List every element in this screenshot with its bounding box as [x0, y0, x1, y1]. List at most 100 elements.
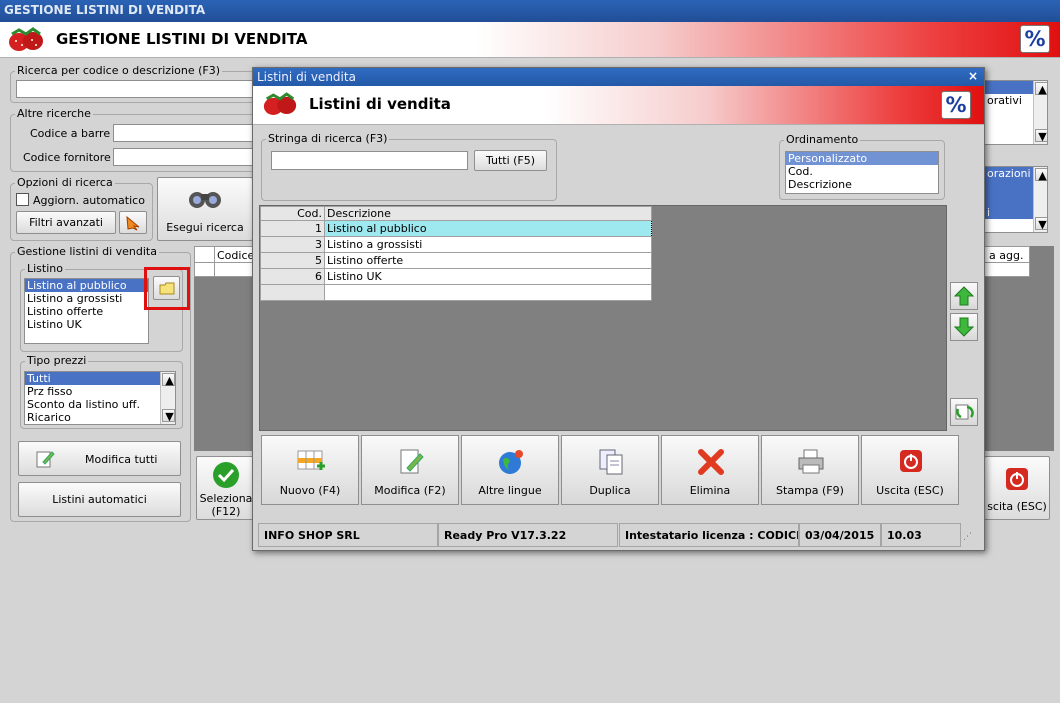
dialog-search-input[interactable]: [271, 151, 468, 170]
move-up-button[interactable]: [950, 282, 978, 310]
delete-button[interactable]: Elimina: [661, 435, 759, 505]
table-header: Cod. Descrizione: [260, 206, 652, 221]
execute-search-button[interactable]: Esegui ricerca: [157, 177, 253, 241]
cell-desc[interactable]: Listino a grossisti: [324, 236, 652, 253]
new-table-icon: [297, 450, 325, 470]
edit-button[interactable]: Modifica (F2): [361, 435, 459, 505]
print-label: Stampa (F9): [776, 484, 844, 497]
listino-item[interactable]: Listino al pubblico: [25, 279, 148, 292]
scroll-down-icon[interactable]: ▼: [1035, 217, 1047, 231]
listino-item[interactable]: Listino UK: [25, 318, 148, 331]
window-titlebar: GESTIONE LISTINI DI VENDITA: [0, 0, 1060, 22]
scroll-up-icon[interactable]: ▲: [1035, 168, 1047, 182]
bg-exit-button[interactable]: scita (ESC): [984, 456, 1050, 520]
gestione-label: Gestione listini di vendita: [15, 245, 159, 258]
new-label: Nuovo (F4): [279, 484, 341, 497]
search-group-label: Ricerca per codice o descrizione (F3): [15, 64, 223, 77]
auto-update-checkbox[interactable]: [16, 193, 29, 206]
status-time: 10.03: [881, 523, 961, 547]
order-item[interactable]: Cod.: [786, 165, 938, 178]
close-icon[interactable]: ×: [968, 69, 978, 83]
listino-item[interactable]: Listino offerte: [25, 305, 148, 318]
bg-select-button[interactable]: Seleziona (F12): [196, 456, 256, 520]
bg-grid-col-line: [214, 246, 215, 277]
listini-table-area: Cod. Descrizione 1 Listino al pubblico 3L…: [259, 205, 947, 431]
modify-all-button[interactable]: Modifica tutti: [18, 441, 181, 476]
cell-desc[interactable]: [324, 284, 652, 301]
advanced-filters-icon-button[interactable]: [119, 211, 147, 234]
bg-col-agg: a agg.: [989, 249, 1024, 262]
open-folder-button[interactable]: [153, 276, 180, 300]
cell-desc[interactable]: Listino UK: [324, 268, 652, 285]
edit-icon: [36, 451, 55, 468]
table-row-empty[interactable]: [260, 284, 652, 301]
tipo-scrollbar[interactable]: ▲ ▼: [160, 372, 175, 424]
folder-icon: [159, 282, 174, 295]
banner-title: GESTIONE LISTINI DI VENDITA: [56, 30, 308, 48]
tipo-item[interactable]: Prz fisso: [25, 385, 175, 398]
cell-desc[interactable]: Listino al pubblico: [324, 220, 652, 237]
table-row[interactable]: 3 Listino a grossisti: [260, 236, 652, 253]
header-cod[interactable]: Cod.: [260, 206, 325, 221]
cell-cod[interactable]: 1: [260, 220, 325, 237]
barcode-label: Codice a barre :: [30, 127, 118, 140]
order-list[interactable]: Personalizzato Cod. Descrizione: [785, 151, 939, 194]
search-options-label: Opzioni di ricerca: [15, 176, 115, 189]
tipo-item[interactable]: Tutti: [25, 372, 160, 385]
bg-right-scrollbar[interactable]: ▲ ▼: [1033, 167, 1047, 232]
listino-list[interactable]: Listino al pubblico Listino a grossisti …: [24, 278, 149, 344]
status-company: INFO SHOP SRL: [258, 523, 438, 547]
search-input[interactable]: [16, 80, 256, 98]
all-button[interactable]: Tutti (F5): [474, 150, 547, 171]
tipo-item[interactable]: Ricarico: [25, 411, 175, 424]
cursor-hand-icon: [126, 215, 140, 231]
strawberry-logo-icon: [9, 27, 43, 51]
scroll-up-icon[interactable]: ▲: [162, 373, 175, 387]
scroll-down-icon[interactable]: ▼: [1035, 129, 1047, 143]
modify-all-label: Modifica tutti: [85, 453, 158, 466]
refresh-button[interactable]: [950, 398, 978, 426]
advanced-filters-button[interactable]: Filtri avanzati: [16, 211, 116, 234]
cell-cod[interactable]: 5: [260, 252, 325, 269]
bg-right-scrollbar[interactable]: ▲ ▼: [1033, 81, 1047, 144]
check-icon: [213, 462, 239, 488]
dialog-banner-title: Listini di vendita: [309, 95, 451, 113]
resize-grip-icon[interactable]: ⋰: [963, 532, 972, 542]
automatic-listini-button[interactable]: Listini automatici: [18, 482, 181, 517]
duplicate-icon: [599, 449, 623, 475]
cell-cod[interactable]: [260, 284, 325, 301]
order-item[interactable]: Descrizione: [786, 178, 938, 191]
duplicate-button[interactable]: Duplica: [561, 435, 659, 505]
barcode-input[interactable]: [113, 124, 256, 142]
exit-label: Uscita (ESC): [876, 484, 944, 497]
scroll-down-icon[interactable]: ▼: [162, 409, 175, 423]
tipo-prezzi-list[interactable]: Tutti Prz fisso Sconto da listino uff. R…: [24, 371, 176, 425]
header-descrizione[interactable]: Descrizione: [324, 206, 652, 221]
listino-label: Listino: [25, 262, 65, 275]
main-banner: GESTIONE LISTINI DI VENDITA %: [0, 22, 1060, 58]
supplier-code-input[interactable]: [113, 148, 256, 166]
order-item[interactable]: Personalizzato: [786, 152, 938, 165]
move-down-button[interactable]: [950, 313, 978, 341]
scroll-up-icon[interactable]: ▲: [1035, 82, 1047, 96]
power-icon: [900, 450, 922, 472]
new-button[interactable]: Nuovo (F4): [261, 435, 359, 505]
table-row[interactable]: 6 Listino UK: [260, 268, 652, 285]
cell-cod[interactable]: 6: [260, 268, 325, 285]
bg-col-codice: Codice: [217, 249, 255, 262]
bg-right-list-bottom[interactable]: orazioni i ▲ ▼: [984, 166, 1048, 233]
tipo-item[interactable]: Sconto da listino uff.: [25, 398, 175, 411]
cell-cod[interactable]: 3: [260, 236, 325, 253]
cell-desc[interactable]: Listino offerte: [324, 252, 652, 269]
listino-item[interactable]: Listino a grossisti: [25, 292, 148, 305]
edit-icon: [400, 449, 424, 474]
exit-button[interactable]: Uscita (ESC): [861, 435, 959, 505]
table-row[interactable]: 1 Listino al pubblico: [260, 220, 652, 237]
percent-icon: %: [941, 91, 971, 119]
table-row[interactable]: 5 Listino offerte: [260, 252, 652, 269]
execute-search-label: Esegui ricerca: [166, 221, 244, 234]
other-languages-button[interactable]: Altre lingue: [461, 435, 559, 505]
bg-right-list-top[interactable]: orativi ▲ ▼: [984, 80, 1048, 145]
print-button[interactable]: Stampa (F9): [761, 435, 859, 505]
dialog-search-label: Stringa di ricerca (F3): [266, 132, 390, 145]
